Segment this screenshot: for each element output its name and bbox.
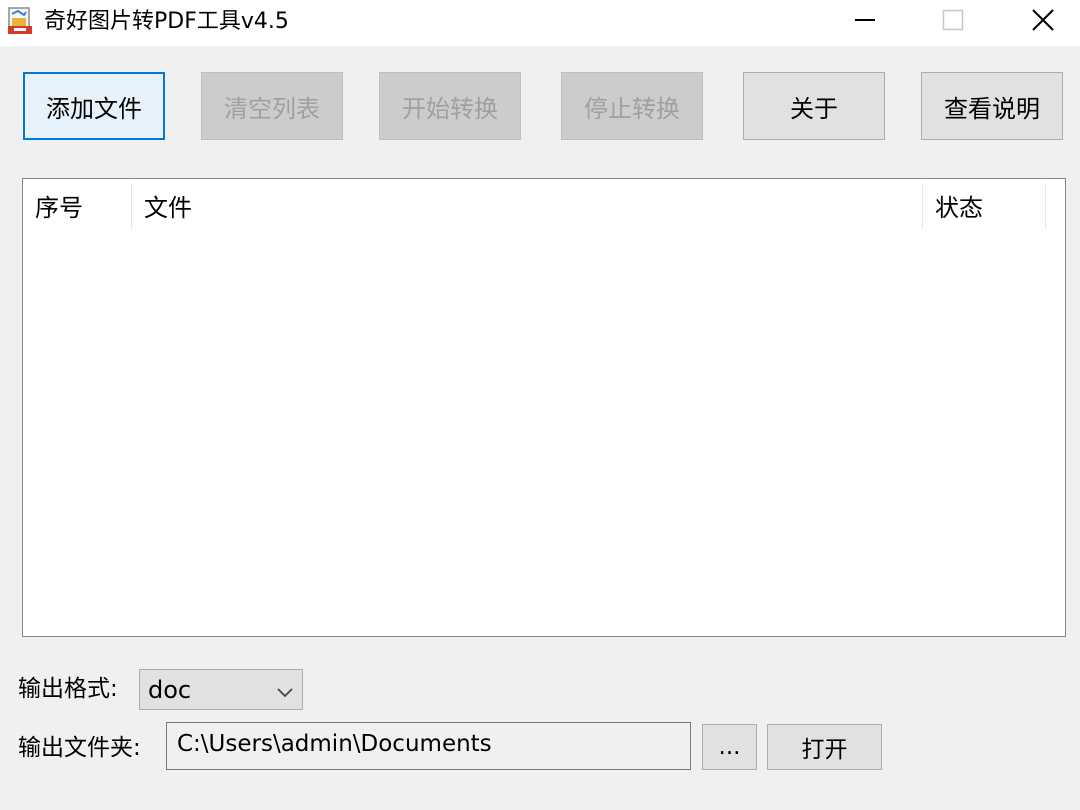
close-button[interactable] bbox=[998, 0, 1080, 44]
app-window: 奇好图片转PDF工具v4.5 添加文件 清空列表 开始转换 停止转换 关于 查看… bbox=[0, 0, 1080, 810]
view-help-button[interactable]: 查看说明 bbox=[921, 72, 1063, 140]
output-format-value: doc bbox=[148, 676, 192, 704]
output-format-select[interactable]: doc bbox=[139, 669, 303, 710]
open-folder-button[interactable]: 打开 bbox=[767, 724, 882, 770]
minimize-button[interactable] bbox=[820, 0, 910, 44]
column-divider[interactable] bbox=[1045, 183, 1046, 229]
close-icon bbox=[1031, 8, 1055, 36]
maximize-icon bbox=[942, 9, 964, 35]
column-header-status[interactable]: 状态 bbox=[923, 179, 1045, 229]
output-folder-field[interactable]: C:\Users\admin\Documents bbox=[166, 722, 691, 770]
start-convert-button[interactable]: 开始转换 bbox=[379, 72, 521, 140]
column-header-file[interactable]: 文件 bbox=[132, 179, 922, 229]
image-to-pdf-icon bbox=[6, 6, 34, 36]
file-list[interactable]: 序号 文件 状态 bbox=[22, 178, 1066, 637]
output-format-label: 输出格式: bbox=[18, 676, 118, 702]
list-header: 序号 文件 状态 bbox=[23, 179, 1065, 229]
window-title: 奇好图片转PDF工具v4.5 bbox=[44, 9, 289, 34]
title-bar[interactable]: 奇好图片转PDF工具v4.5 bbox=[0, 0, 1080, 46]
stop-convert-button[interactable]: 停止转换 bbox=[561, 72, 703, 140]
minimize-icon bbox=[854, 9, 876, 35]
add-file-button[interactable]: 添加文件 bbox=[23, 72, 165, 140]
output-folder-label: 输出文件夹: bbox=[18, 735, 141, 761]
output-folder-value: C:\Users\admin\Documents bbox=[177, 731, 492, 757]
about-button[interactable]: 关于 bbox=[743, 72, 885, 140]
column-header-index[interactable]: 序号 bbox=[23, 179, 131, 229]
chevron-down-icon bbox=[276, 684, 294, 698]
maximize-button[interactable] bbox=[908, 0, 998, 44]
clear-list-button[interactable]: 清空列表 bbox=[201, 72, 343, 140]
browse-folder-button[interactable]: ... bbox=[702, 724, 757, 770]
